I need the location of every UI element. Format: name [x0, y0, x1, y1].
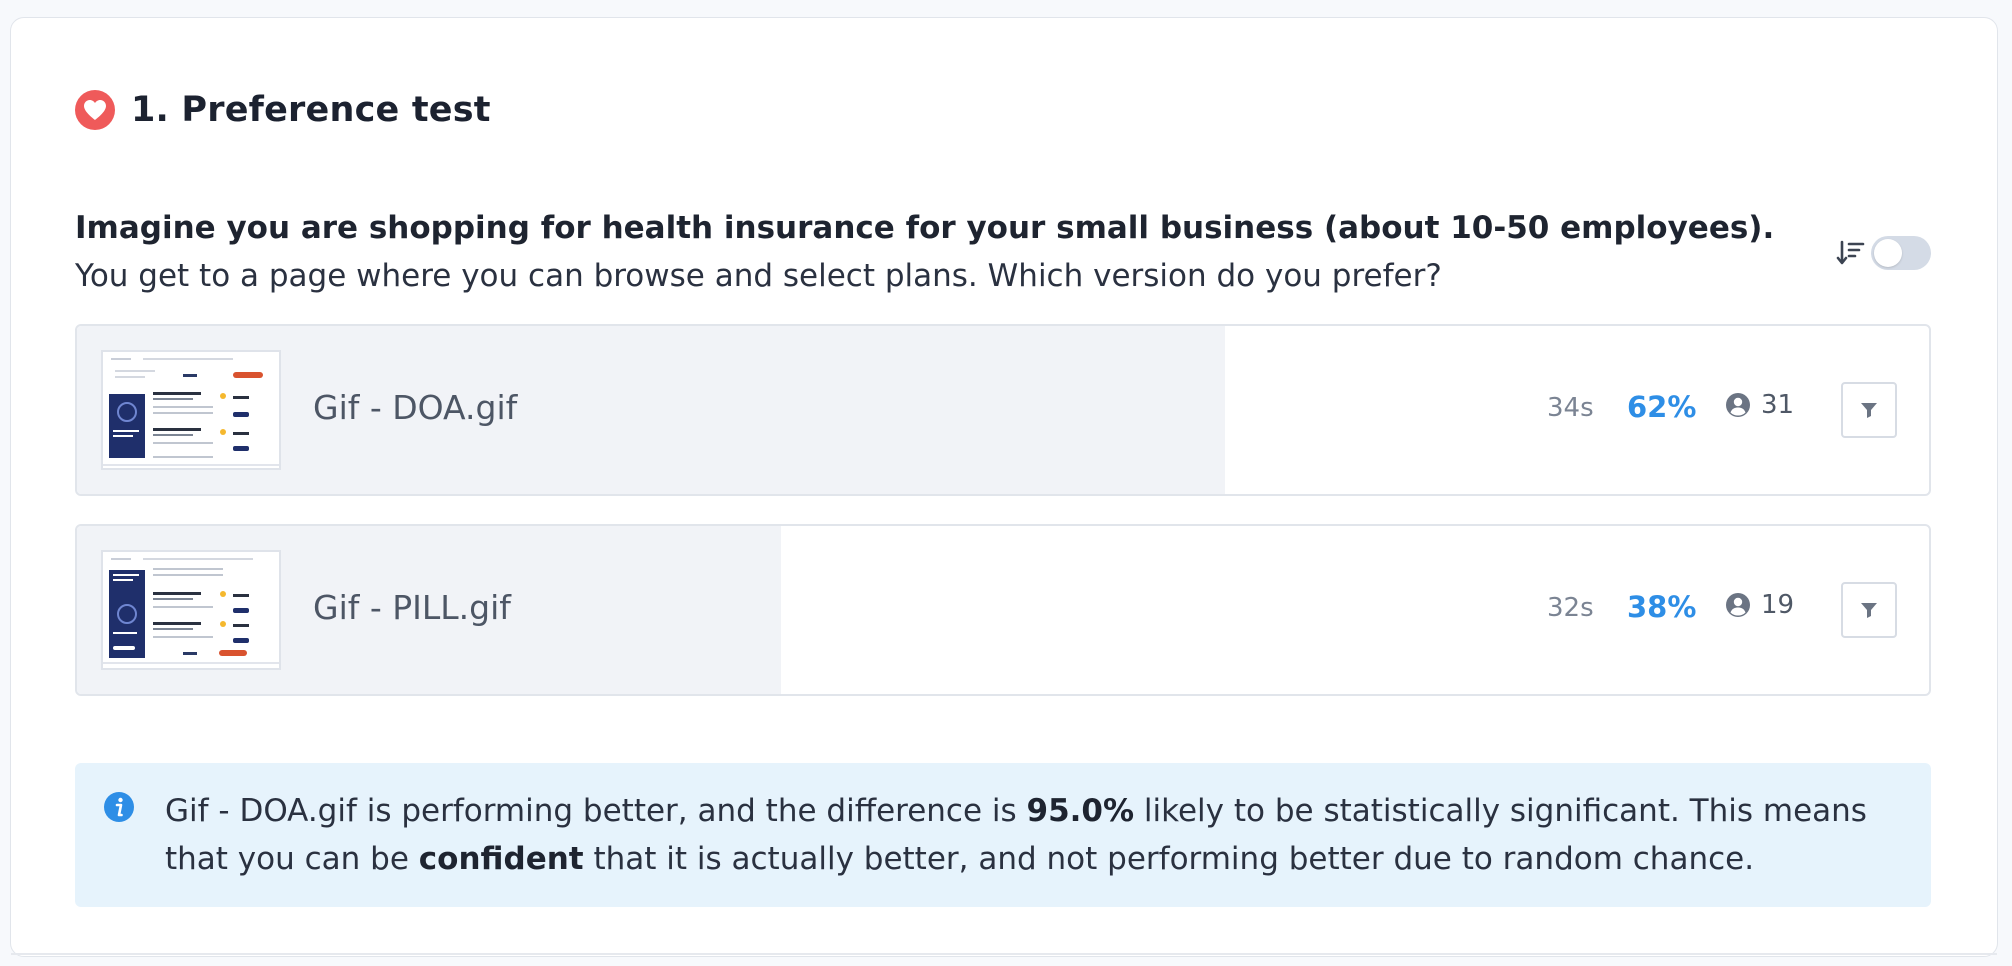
average-time: 34s [1547, 393, 1594, 423]
option-thumbnail[interactable] [101, 550, 281, 670]
filter-button[interactable] [1841, 382, 1897, 438]
question-bold: Imagine you are shopping for health insu… [75, 210, 1775, 246]
note-part1: Gif - DOA.gif is performing better, and … [165, 793, 1027, 829]
option-thumbnail[interactable] [101, 350, 281, 470]
section-title: 1. Preference test [131, 90, 491, 130]
toggle-knob [1874, 239, 1902, 267]
filter-icon [1861, 403, 1877, 418]
card-divider [11, 953, 1997, 955]
question-text: Imagine you are shopping for health insu… [75, 204, 1795, 300]
note-part3: that it is actually better, and not perf… [583, 841, 1755, 877]
user-icon [1726, 393, 1750, 417]
confidence-word: confident [418, 841, 584, 877]
respondent-count: 19 [1725, 590, 1794, 620]
significance-note: Gif - DOA.gif is performing better, and … [75, 763, 1931, 907]
respondent-count-value: 31 [1761, 390, 1795, 420]
sort-controls [1835, 236, 1931, 270]
option-name: Gif - DOA.gif [313, 388, 518, 427]
significance-percent: 95.0% [1026, 793, 1135, 829]
preference-test-card: 1. Preference test Imagine you are shopp… [10, 17, 1998, 957]
question-rest: You get to a page where you can browse a… [75, 258, 1442, 294]
heart-icon [75, 90, 115, 130]
vote-percentage: 38% [1627, 590, 1697, 624]
user-icon [1726, 593, 1750, 617]
option-name: Gif - PILL.gif [313, 588, 511, 627]
info-icon [104, 792, 134, 822]
filter-icon [1861, 603, 1877, 618]
respondent-count-value: 19 [1761, 590, 1795, 620]
significance-text: Gif - DOA.gif is performing better, and … [165, 787, 1905, 883]
section-header: 1. Preference test [75, 88, 491, 132]
sort-toggle[interactable] [1871, 236, 1931, 270]
option-row-doa: Gif - DOA.gif 34s 62% 31 [75, 324, 1931, 496]
option-row-pill: Gif - PILL.gif 32s 38% 19 [75, 524, 1931, 696]
filter-button[interactable] [1841, 582, 1897, 638]
vote-percentage: 62% [1627, 390, 1697, 424]
sort-descending-icon[interactable] [1835, 237, 1867, 269]
average-time: 32s [1547, 593, 1594, 623]
respondent-count: 31 [1725, 390, 1794, 420]
